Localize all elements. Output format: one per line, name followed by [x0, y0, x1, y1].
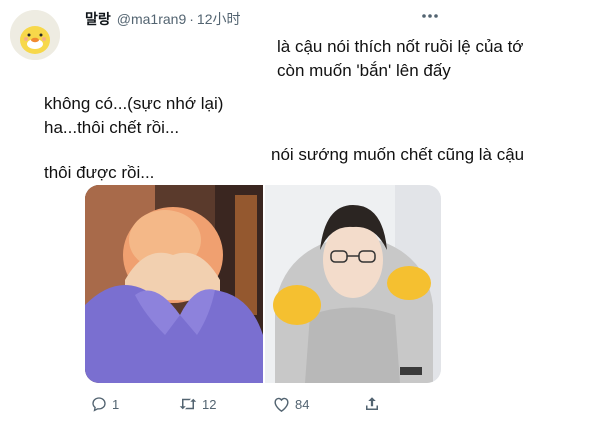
- duck-avatar-icon: [10, 10, 60, 60]
- reply-icon: [92, 397, 106, 412]
- user-handle[interactable]: @ma1ran9: [117, 11, 186, 27]
- neck-pillow-photo: [265, 185, 441, 383]
- more-icon: [422, 14, 438, 18]
- tweet-text-line-5: nói sướng muốn chết cũng là cậu: [271, 145, 525, 164]
- action-bar: 1 12 84: [0, 395, 592, 419]
- retweet-icon: [179, 398, 197, 410]
- covering-face-photo: [85, 185, 263, 383]
- tweet-text-line-6: thôi được rồi...: [44, 163, 155, 182]
- separator-dot: ·: [189, 11, 194, 27]
- like-icon: [274, 397, 289, 412]
- display-name[interactable]: 말랑: [85, 9, 111, 29]
- timestamp[interactable]: 12小时: [197, 9, 241, 29]
- share-icon: [366, 397, 378, 410]
- retweet-count: 12: [202, 396, 217, 412]
- retweet-button[interactable]: 12: [178, 395, 216, 413]
- tweet-text-line-3: không có...(sực nhớ lại): [44, 94, 224, 113]
- tweet-text-line-4: ha...thôi chết rồi...: [44, 118, 180, 137]
- media-photo-left[interactable]: [85, 185, 263, 383]
- tweet-text-line-2: còn muốn 'bắn' lên đấy: [277, 61, 451, 80]
- media-photo-right[interactable]: [265, 185, 441, 383]
- like-count: 84: [295, 396, 310, 412]
- reply-count: 1: [112, 396, 120, 412]
- more-options-button[interactable]: [416, 6, 444, 26]
- tweet-header: 말랑 @ma1ran9 · 12小时: [85, 9, 240, 29]
- tweet-text-line-1: là cậu nói thích nốt ruồi lệ của tớ: [277, 37, 524, 56]
- share-button[interactable]: [363, 395, 381, 413]
- avatar[interactable]: [10, 10, 60, 60]
- reply-button[interactable]: 1: [90, 395, 119, 413]
- like-button[interactable]: 84: [272, 395, 309, 413]
- tweet-media[interactable]: [85, 185, 441, 383]
